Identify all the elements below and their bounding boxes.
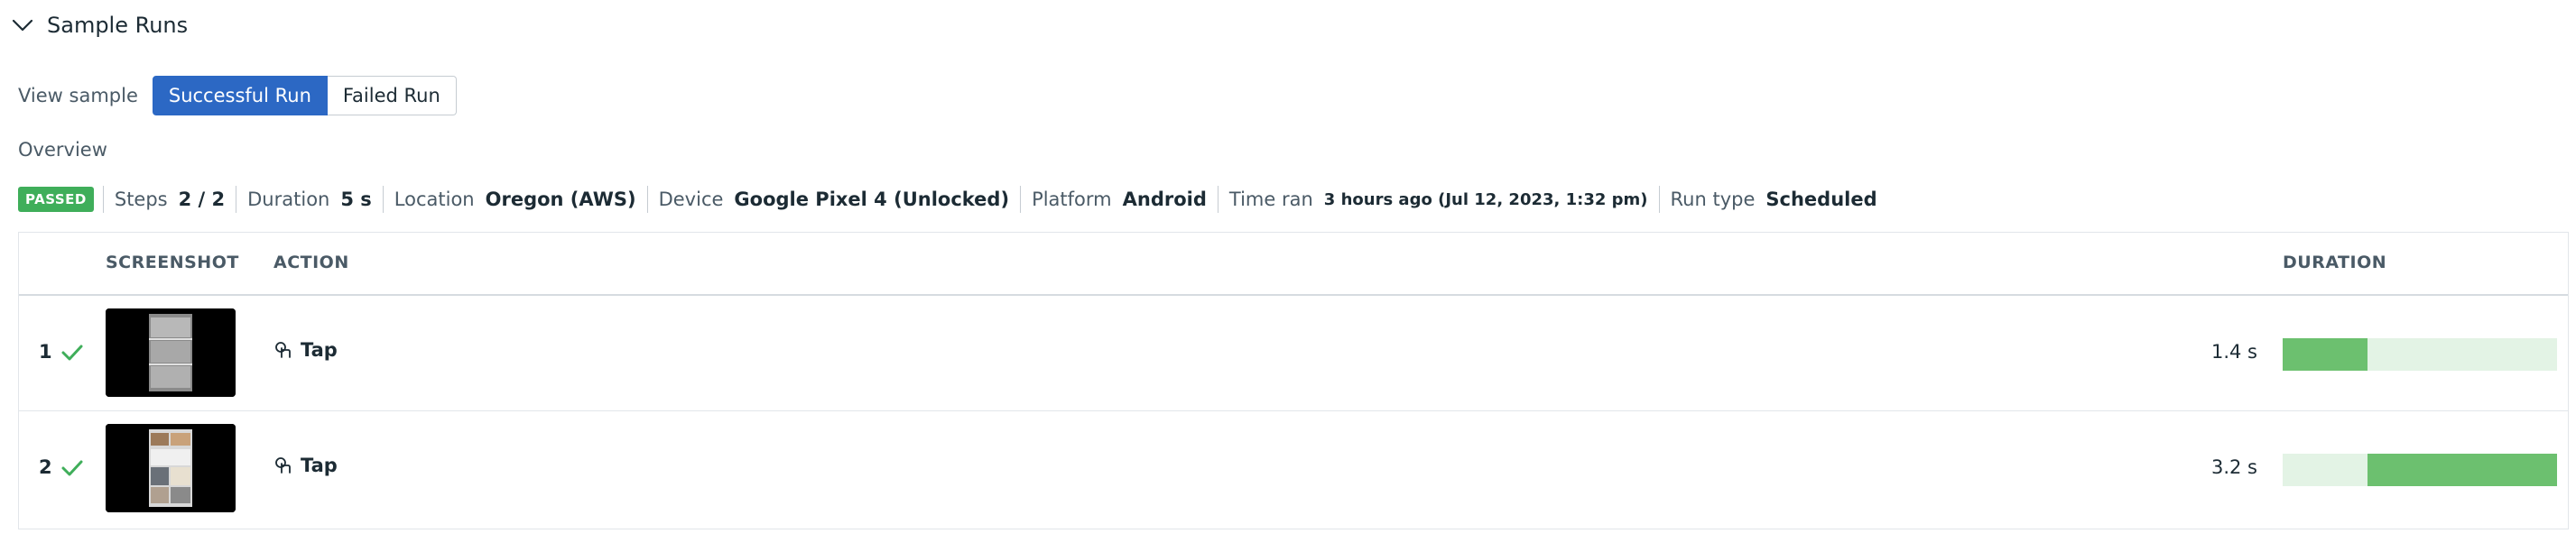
meta-device: Device Google Pixel 4 (Unlocked) [646, 186, 1020, 213]
meta-platform: Platform Android [1020, 186, 1218, 213]
step-action: Tap [273, 339, 338, 361]
meta-value: Oregon (AWS) [485, 189, 636, 210]
table-row[interactable]: 2 Tap 3.2 s [19, 411, 2568, 527]
meta-value: 3 hours ago (Jul 12, 2023, 1:32 pm) [1323, 189, 1648, 209]
tap-icon [275, 457, 291, 474]
chevron-down-icon [12, 19, 33, 32]
sample-runs-toggle[interactable]: Sample Runs [11, 9, 188, 41]
meta-value: Android [1122, 189, 1207, 210]
step-screenshot[interactable] [106, 308, 236, 397]
meta-key: Time ran [1228, 189, 1313, 210]
action-label: Tap [301, 455, 338, 476]
step-duration: 1.4 s [2210, 341, 2257, 363]
overview-heading: Overview [18, 139, 107, 161]
failed-run-button[interactable]: Failed Run [327, 76, 457, 115]
header-screenshot: SCREENSHOT [106, 253, 239, 272]
successful-run-button[interactable]: Successful Run [152, 76, 328, 115]
check-icon [61, 460, 83, 476]
duration-bar-fill [2283, 338, 2368, 371]
screenshot-thumbnail [106, 308, 236, 397]
step-number: 1 [39, 341, 52, 363]
status-badge: PASSED [18, 187, 94, 212]
view-sample-label: View sample [18, 85, 138, 106]
meta-run-type: Run type Scheduled [1658, 186, 1888, 213]
meta-value: 5 s [340, 189, 372, 210]
header-action: ACTION [273, 253, 349, 272]
table-row[interactable]: 1 Tap 1.4 s [19, 296, 2568, 411]
meta-key: Location [394, 189, 475, 210]
meta-key: Steps [114, 189, 168, 210]
section-title: Sample Runs [47, 13, 189, 38]
run-toggle-group: Successful Run Failed Run [152, 76, 457, 115]
duration-bar-fill [2368, 454, 2557, 486]
step-duration: 3.2 s [2210, 456, 2257, 478]
action-label: Tap [301, 339, 338, 361]
meta-key: Run type [1670, 189, 1756, 210]
step-screenshot[interactable] [106, 424, 236, 512]
meta-value: Scheduled [1765, 189, 1877, 210]
tap-icon [275, 342, 291, 358]
meta-key: Device [658, 189, 724, 210]
view-sample-row: View sample Successful Run Failed Run [18, 76, 457, 115]
meta-time-ran: Time ran 3 hours ago (Jul 12, 2023, 1:32… [1217, 186, 1659, 213]
meta-location: Location Oregon (AWS) [382, 186, 647, 213]
meta-key: Platform [1032, 189, 1112, 210]
meta-steps: Steps 2 / 2 [102, 186, 236, 213]
overview-meta: PASSED Steps 2 / 2 Duration 5 s Location… [18, 185, 1888, 214]
check-icon [61, 345, 83, 361]
step-number: 2 [39, 456, 52, 478]
duration-bar [2283, 454, 2557, 486]
step-action: Tap [273, 455, 338, 476]
meta-value: 2 / 2 [178, 189, 226, 210]
meta-key: Duration [247, 189, 330, 210]
meta-value: Google Pixel 4 (Unlocked) [734, 189, 1010, 210]
table-header: SCREENSHOT ACTION DURATION [19, 233, 2568, 296]
duration-bar [2283, 338, 2557, 371]
meta-duration: Duration 5 s [236, 186, 383, 213]
header-duration: DURATION [2283, 253, 2387, 272]
screenshot-thumbnail [106, 424, 236, 512]
steps-table: SCREENSHOT ACTION DURATION 1 Tap 1.4 s 2… [18, 232, 2569, 529]
